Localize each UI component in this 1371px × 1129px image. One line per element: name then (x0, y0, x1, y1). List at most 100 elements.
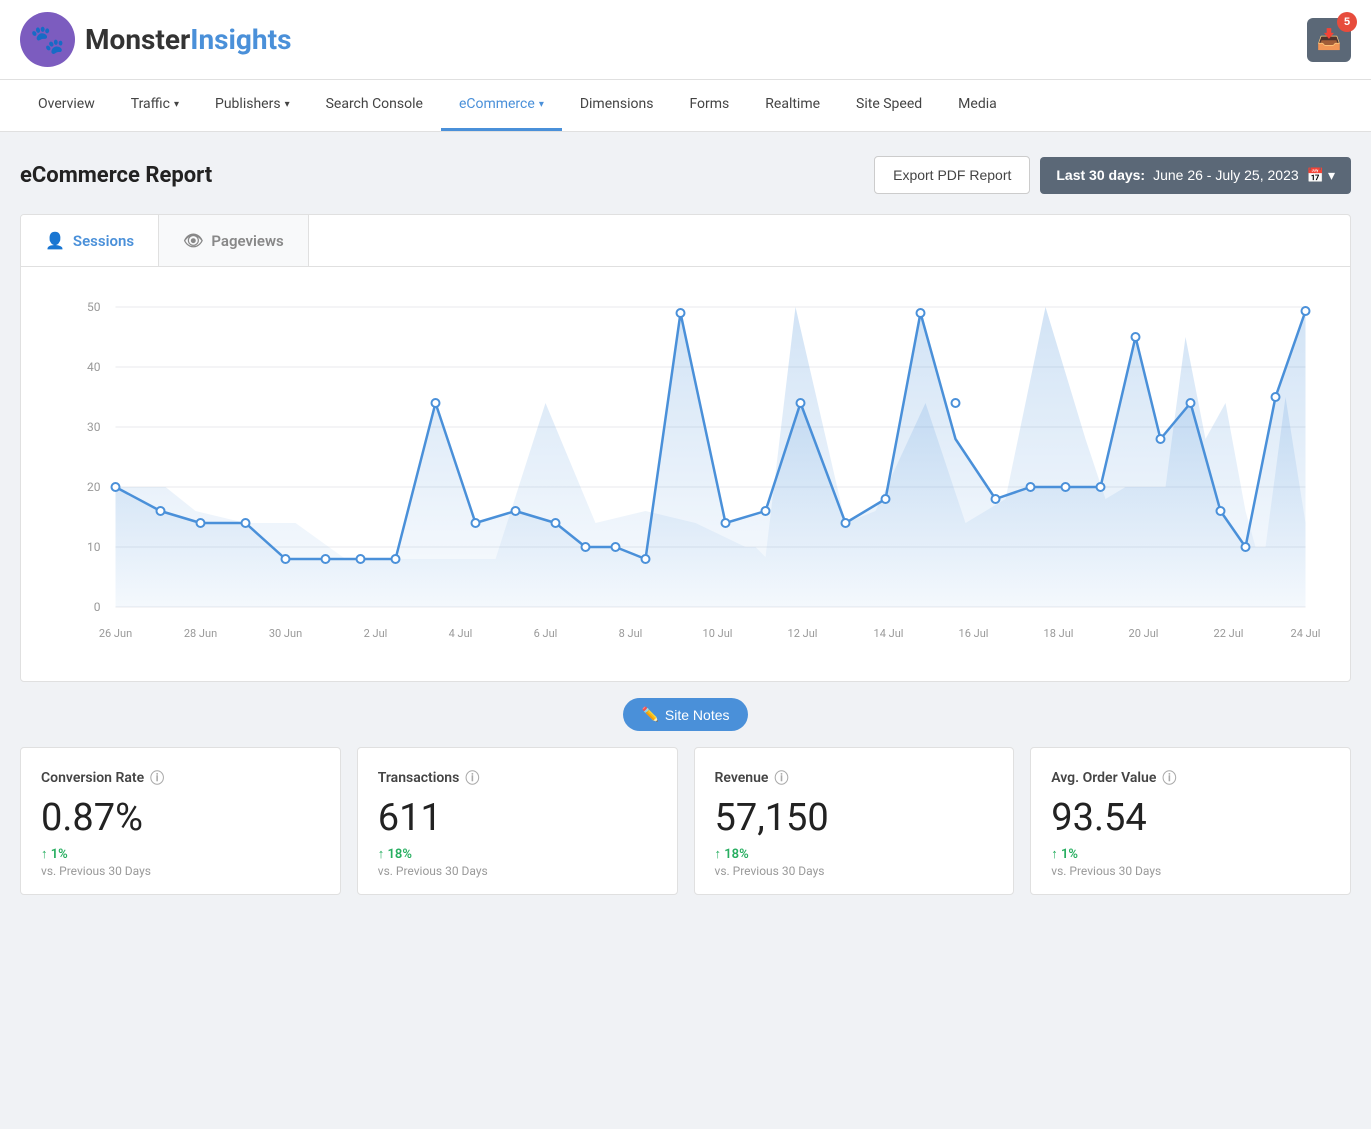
data-point (1027, 483, 1035, 491)
chart-panel: 👤 Sessions 👁 Pageviews (20, 214, 1351, 682)
data-point (112, 483, 120, 491)
stat-label-conversion: Conversion Rate ⓘ (41, 768, 320, 788)
chart-svg-container: 50 40 30 20 10 0 (41, 287, 1330, 671)
nav-item-dimensions[interactable]: Dimensions (562, 80, 672, 131)
conversion-info-icon[interactable]: ⓘ (150, 768, 164, 788)
svg-text:14 Jul: 14 Jul (874, 627, 904, 640)
stat-change-revenue: ↑ 18% (715, 846, 994, 862)
data-point (552, 519, 560, 527)
date-range: June 26 - July 25, 2023 (1153, 167, 1299, 183)
tab-pageviews[interactable]: 👁 Pageviews (159, 215, 309, 266)
data-point (797, 399, 805, 407)
data-point (392, 555, 400, 563)
stat-change-avg-order: ↑ 1% (1051, 846, 1330, 862)
nav-item-site-speed[interactable]: Site Speed (838, 80, 940, 131)
publishers-chevron: ▾ (285, 99, 290, 110)
transactions-info-icon[interactable]: ⓘ (465, 768, 479, 788)
data-point (1097, 483, 1105, 491)
data-point (722, 519, 730, 527)
svg-text:28 Jun: 28 Jun (184, 627, 217, 640)
logo-icon: 🐾 (20, 12, 75, 67)
stat-period-conversion: vs. Previous 30 Days (41, 864, 320, 878)
svg-text:24 Jul: 24 Jul (1291, 627, 1321, 640)
tab-sessions[interactable]: 👤 Sessions (21, 215, 159, 266)
export-pdf-button[interactable]: Export PDF Report (874, 156, 1030, 194)
nav-item-ecommerce[interactable]: eCommerce ▾ (441, 80, 562, 131)
data-point (1187, 399, 1195, 407)
main-content: eCommerce Report Export PDF Report Last … (0, 132, 1371, 919)
data-point (917, 309, 925, 317)
data-point (1217, 507, 1225, 515)
nav-item-forms[interactable]: Forms (671, 80, 747, 131)
data-point (1132, 333, 1140, 341)
svg-text:20: 20 (87, 480, 101, 494)
data-point (1157, 435, 1165, 443)
main-nav: Overview Traffic ▾ Publishers ▾ Search C… (0, 80, 1371, 132)
svg-text:8 Jul: 8 Jul (619, 627, 643, 640)
svg-text:10: 10 (87, 540, 101, 554)
stat-card-transactions: Transactions ⓘ 611 ↑ 18% vs. Previous 30… (357, 747, 678, 895)
svg-text:0: 0 (94, 600, 101, 614)
stat-card-conversion: Conversion Rate ⓘ 0.87% ↑ 1% vs. Previou… (20, 747, 341, 895)
data-point (992, 495, 1000, 503)
site-notes-button[interactable]: ✏️ Site Notes (623, 698, 747, 731)
avg-order-info-icon[interactable]: ⓘ (1162, 768, 1176, 788)
notification-badge: 5 (1337, 12, 1357, 32)
calendar-icon: 📅 ▾ (1307, 167, 1335, 184)
revenue-info-icon[interactable]: ⓘ (774, 768, 788, 788)
nav-item-search-console[interactable]: Search Console (308, 80, 441, 131)
sessions-icon: 👤 (45, 231, 65, 250)
svg-text:20 Jul: 20 Jul (1129, 627, 1159, 640)
data-point (282, 555, 290, 563)
svg-text:40: 40 (87, 360, 101, 374)
data-point (157, 507, 165, 515)
stat-label-avg-order: Avg. Order Value ⓘ (1051, 768, 1330, 788)
svg-text:10 Jul: 10 Jul (703, 627, 733, 640)
nav-item-media[interactable]: Media (940, 80, 1015, 131)
data-point (1272, 393, 1280, 401)
stat-value-revenue: 57,150 (715, 796, 994, 840)
svg-text:18 Jul: 18 Jul (1044, 627, 1074, 640)
stats-grid: Conversion Rate ⓘ 0.87% ↑ 1% vs. Previou… (20, 747, 1351, 895)
nav-item-traffic[interactable]: Traffic ▾ (113, 80, 197, 131)
report-actions: Export PDF Report Last 30 days: June 26 … (874, 156, 1351, 194)
site-notes-label: Site Notes (665, 707, 730, 723)
svg-text:50: 50 (87, 300, 101, 314)
data-point (1062, 483, 1070, 491)
stat-value-conversion: 0.87% (41, 796, 320, 840)
stat-period-avg-order: vs. Previous 30 Days (1051, 864, 1330, 878)
svg-text:6 Jul: 6 Jul (534, 627, 558, 640)
stat-label-transactions: Transactions ⓘ (378, 768, 657, 788)
pencil-icon: ✏️ (641, 706, 658, 723)
data-point (197, 519, 205, 527)
nav-item-publishers[interactable]: Publishers ▾ (197, 80, 308, 131)
tab-sessions-label: Sessions (73, 232, 134, 250)
pageviews-icon: 👁 (183, 231, 203, 250)
tab-pageviews-label: Pageviews (211, 232, 283, 250)
stat-value-transactions: 611 (378, 796, 657, 840)
header: 🐾 MonsterInsights 📥 5 (0, 0, 1371, 80)
nav-item-realtime[interactable]: Realtime (747, 80, 838, 131)
stat-label-revenue: Revenue ⓘ (715, 768, 994, 788)
report-header: eCommerce Report Export PDF Report Last … (20, 156, 1351, 194)
stat-card-avg-order: Avg. Order Value ⓘ 93.54 ↑ 1% vs. Previo… (1030, 747, 1351, 895)
data-point (762, 507, 770, 515)
logo-insights: Insights (190, 23, 291, 56)
nav-item-overview[interactable]: Overview (20, 80, 113, 131)
data-point (882, 495, 890, 503)
data-point (1302, 307, 1310, 315)
date-range-button[interactable]: Last 30 days: June 26 - July 25, 2023 📅 … (1040, 157, 1351, 194)
date-label: Last 30 days: (1056, 167, 1145, 183)
svg-text:12 Jul: 12 Jul (788, 627, 818, 640)
data-point (242, 519, 250, 527)
data-point (677, 309, 685, 317)
svg-text:22 Jul: 22 Jul (1214, 627, 1244, 640)
site-notes-bar: ✏️ Site Notes (20, 698, 1351, 731)
data-point (582, 543, 590, 551)
notification-button[interactable]: 📥 5 (1307, 18, 1351, 62)
data-point (322, 555, 330, 563)
svg-text:30: 30 (87, 420, 101, 434)
traffic-chevron: ▾ (174, 99, 179, 110)
header-right: 📥 5 (1307, 18, 1351, 62)
svg-text:30 Jun: 30 Jun (269, 627, 302, 640)
